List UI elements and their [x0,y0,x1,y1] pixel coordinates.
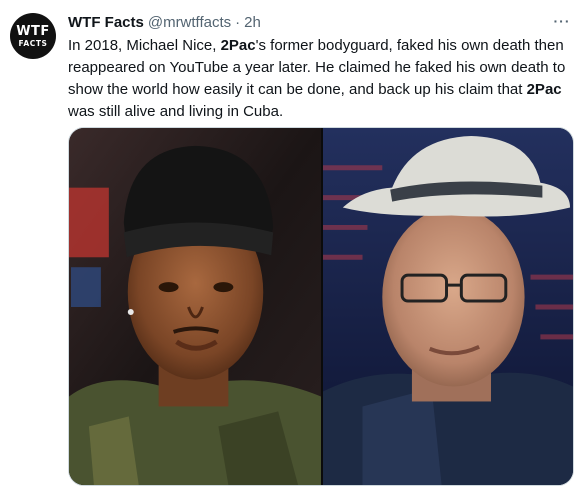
tweet-text-segment: was still alive and living in Cuba. [68,103,284,120]
tweet-text-bold-segment: 2Pac [526,81,562,98]
user-handle[interactable]: @mrwtffacts [148,14,231,31]
separator: · [235,13,241,31]
tweet[interactable]: WTF FACTS WTF Facts @mrwtffacts · 2h ···… [0,0,584,493]
portrait-image-right [323,128,573,485]
photo-right[interactable] [321,128,573,485]
tweet-header: WTF Facts @mrwtffacts · 2h [68,12,261,32]
display-name[interactable]: WTF Facts [68,14,144,31]
timestamp[interactable]: 2h [244,14,261,31]
avatar[interactable]: WTF FACTS [10,13,56,59]
more-options-icon[interactable]: ··· [550,10,574,32]
avatar-logo-text: WTF [16,23,50,39]
photo-left[interactable] [69,128,321,485]
avatar-logo-subtext: FACTS [18,38,48,48]
portrait-image-left [69,128,321,485]
tweet-text-segment: In 2018, Michael Nice, [68,37,221,54]
tweet-media[interactable] [68,127,574,486]
tweet-text-bold-segment: 2Pac [220,37,256,54]
tweet-text: In 2018, Michael Nice, 2Pac's former bod… [68,35,574,123]
